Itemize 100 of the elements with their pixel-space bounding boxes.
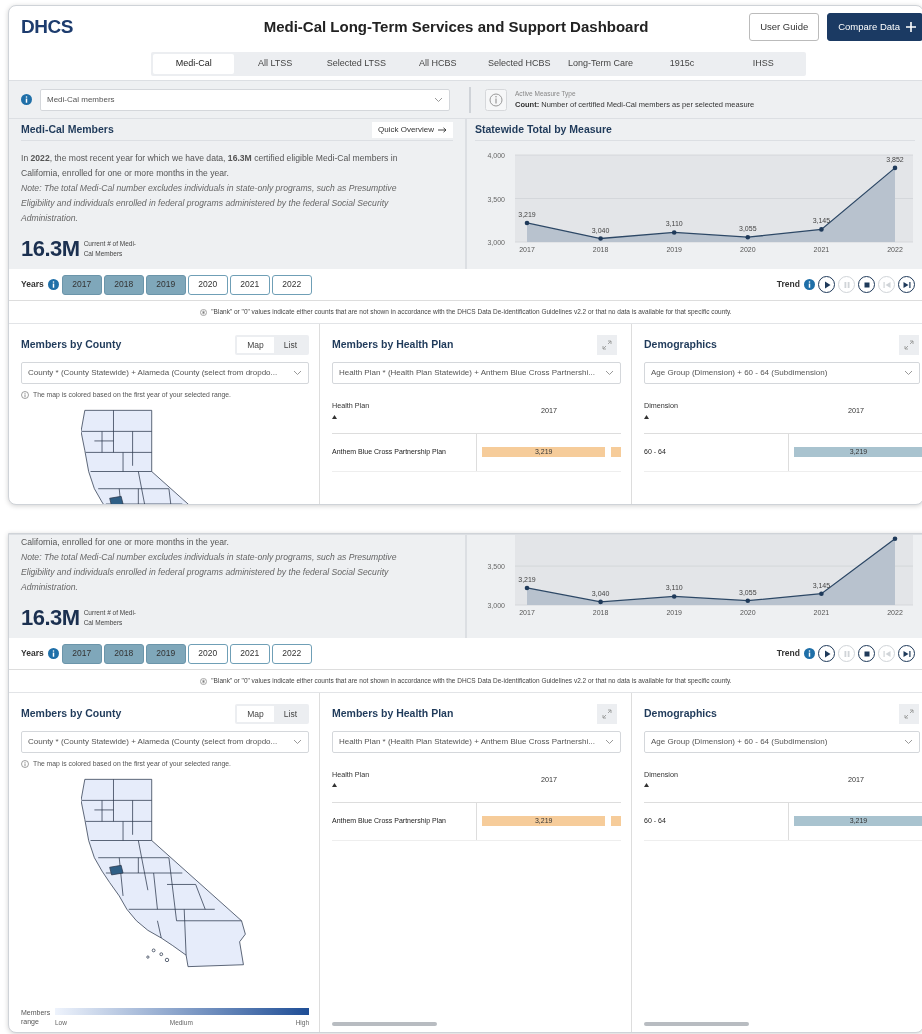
logo: DHCS bbox=[21, 14, 74, 39]
chevron-down-icon bbox=[605, 738, 614, 745]
tab[interactable]: Long-Term Care bbox=[559, 54, 642, 74]
stop-button[interactable] bbox=[858, 645, 875, 663]
year-button[interactable]: 2018 bbox=[103, 643, 144, 664]
info-icon bbox=[21, 391, 29, 399]
view-toggle[interactable]: List bbox=[273, 336, 307, 354]
tab[interactable]: 1915c bbox=[641, 54, 723, 74]
tab[interactable]: Selected LTSS bbox=[315, 54, 398, 74]
chevron-down-icon bbox=[904, 738, 913, 745]
county-dropdown[interactable]: County * (County Statewide) + Alameda (County (select from dropdo... bbox=[21, 730, 309, 753]
info-icon[interactable] bbox=[804, 648, 815, 660]
data-point[interactable] bbox=[819, 591, 824, 596]
data-point[interactable] bbox=[598, 599, 603, 605]
skip-end-button[interactable] bbox=[898, 645, 915, 663]
data-point[interactable] bbox=[524, 220, 530, 226]
health-plan-dropdown[interactable]: Health Plan * (Health Plan Statewide) + Anthem Blue Cross Partnershi... bbox=[332, 361, 621, 384]
note-text: Note: The total Medi-Cal number excludes individuals in state-only programs, such as Presumptive Eligibility and individuals enrolled in federal programs administered by the federal Social Security Administration. bbox=[21, 182, 398, 226]
year-button[interactable]: 2018 bbox=[103, 274, 144, 295]
skip-end-icon bbox=[901, 279, 912, 290]
sort-icon[interactable] bbox=[332, 414, 337, 419]
data-point[interactable] bbox=[892, 536, 898, 542]
year-button[interactable]: 2019 bbox=[145, 274, 186, 295]
data-point[interactable] bbox=[598, 236, 603, 241]
year-button[interactable]: 2021 bbox=[229, 643, 270, 664]
dashboard-title: Medi-Cal Long-Term Services and Support Dashboard bbox=[262, 16, 650, 37]
year-button[interactable]: 2021 bbox=[229, 274, 270, 295]
view-toggle[interactable]: List bbox=[273, 705, 307, 723]
summary-text: In 2022, the most recent year for which we have data, 16.3M certified eligible Medi-Cal members in California, enrolled for one or more months in the year. bbox=[21, 152, 399, 181]
skip-back-icon bbox=[881, 279, 892, 290]
bar-fragment bbox=[611, 816, 621, 827]
panel-title: Demographics bbox=[644, 706, 717, 721]
skip-end-button[interactable] bbox=[898, 276, 915, 294]
panel-title: Members by County bbox=[21, 337, 122, 353]
year-button[interactable]: 2020 bbox=[187, 643, 228, 664]
info-icon[interactable] bbox=[804, 279, 815, 291]
chevron-down-icon bbox=[605, 369, 614, 376]
expand-icon bbox=[602, 708, 612, 719]
year-button[interactable]: 2017 bbox=[61, 643, 102, 664]
bar-fragment bbox=[611, 447, 621, 458]
arrow-right-icon bbox=[438, 126, 447, 133]
asterisk-icon bbox=[200, 677, 208, 685]
plus-icon bbox=[906, 22, 916, 32]
summary-text: California, enrolled for one or more months in the year. bbox=[21, 536, 230, 549]
panel-title: Members by Health Plan bbox=[332, 706, 454, 721]
dimension-dropdown[interactable]: Age Group (Dimension) + 60 - 64 (Subdimension) bbox=[644, 361, 920, 384]
info-icon[interactable] bbox=[21, 94, 32, 105]
expand-icon bbox=[602, 339, 612, 350]
compare-button[interactable]: Compare Data bbox=[827, 13, 922, 41]
sort-icon[interactable] bbox=[644, 783, 649, 788]
chevron-down-icon bbox=[293, 738, 302, 745]
scrollbar[interactable] bbox=[644, 1022, 749, 1026]
info-icon[interactable] bbox=[47, 279, 59, 291]
tab[interactable]: Selected HCBS bbox=[478, 54, 560, 74]
expand-icon bbox=[904, 339, 914, 350]
data-point[interactable] bbox=[671, 230, 677, 235]
scrollbar[interactable] bbox=[332, 1022, 437, 1026]
year-button[interactable]: 2019 bbox=[145, 643, 186, 664]
tab[interactable]: IHSS bbox=[722, 54, 804, 74]
sort-icon[interactable] bbox=[332, 783, 337, 788]
year-button[interactable]: 2022 bbox=[271, 274, 312, 295]
data-point[interactable] bbox=[819, 227, 824, 232]
quick-overview-button[interactable]: Quick Overview bbox=[372, 121, 453, 138]
year-button[interactable]: 2017 bbox=[61, 274, 102, 295]
member-count: 16.3M bbox=[21, 604, 80, 633]
view-toggle[interactable]: Map bbox=[237, 336, 274, 354]
tab[interactable]: All LTSS bbox=[234, 54, 316, 74]
chevron-down-icon bbox=[434, 96, 443, 103]
chart-title: Statewide Total by Measure bbox=[475, 121, 612, 137]
play-button[interactable] bbox=[818, 276, 835, 294]
panel-title: Members by County bbox=[21, 706, 122, 721]
asterisk-icon bbox=[200, 308, 208, 316]
info-icon bbox=[21, 759, 29, 768]
expand-icon bbox=[904, 708, 914, 719]
data-point[interactable] bbox=[671, 594, 677, 599]
sort-icon[interactable] bbox=[644, 414, 649, 419]
trend-label: Trend bbox=[776, 647, 800, 660]
chevron-down-icon bbox=[904, 369, 913, 376]
data-point[interactable] bbox=[524, 585, 530, 591]
play-button[interactable] bbox=[818, 645, 835, 663]
years-label: Years bbox=[21, 647, 44, 660]
county-dropdown[interactable]: County * (County Statewide) + Alameda (County (select from dropdo... bbox=[21, 361, 309, 384]
skip-end-icon bbox=[901, 648, 912, 659]
year-button[interactable]: 2022 bbox=[271, 643, 312, 664]
guide-button[interactable]: User Guide bbox=[749, 13, 820, 41]
data-point[interactable] bbox=[745, 234, 751, 240]
data-point[interactable] bbox=[892, 165, 898, 171]
view-toggle[interactable]: Map bbox=[237, 705, 274, 723]
health-plan-dropdown[interactable]: Health Plan * (Health Plan Statewide) + Anthem Blue Cross Partnershi... bbox=[332, 730, 621, 753]
section-title: Medi-Cal Members bbox=[21, 121, 114, 137]
year-button[interactable]: 2020 bbox=[187, 274, 228, 295]
dimension-dropdown[interactable]: Age Group (Dimension) + 60 - 64 (Subdimension) bbox=[644, 730, 920, 753]
measure-dropdown[interactable]: Medi-Cal members bbox=[40, 88, 450, 111]
tab[interactable]: All HCBS bbox=[397, 54, 479, 74]
data-point[interactable] bbox=[745, 598, 751, 603]
member-count: 16.3M bbox=[21, 235, 80, 264]
info-icon[interactable] bbox=[47, 648, 59, 660]
tab[interactable]: Medi-Cal bbox=[153, 54, 235, 74]
note-text: Note: The total Medi-Cal number excludes individuals in state-only programs, such as Presumptive Eligibility and individuals enrolled in federal programs administered by the federal Social Security Administration. bbox=[21, 551, 398, 595]
stop-button[interactable] bbox=[858, 276, 875, 294]
